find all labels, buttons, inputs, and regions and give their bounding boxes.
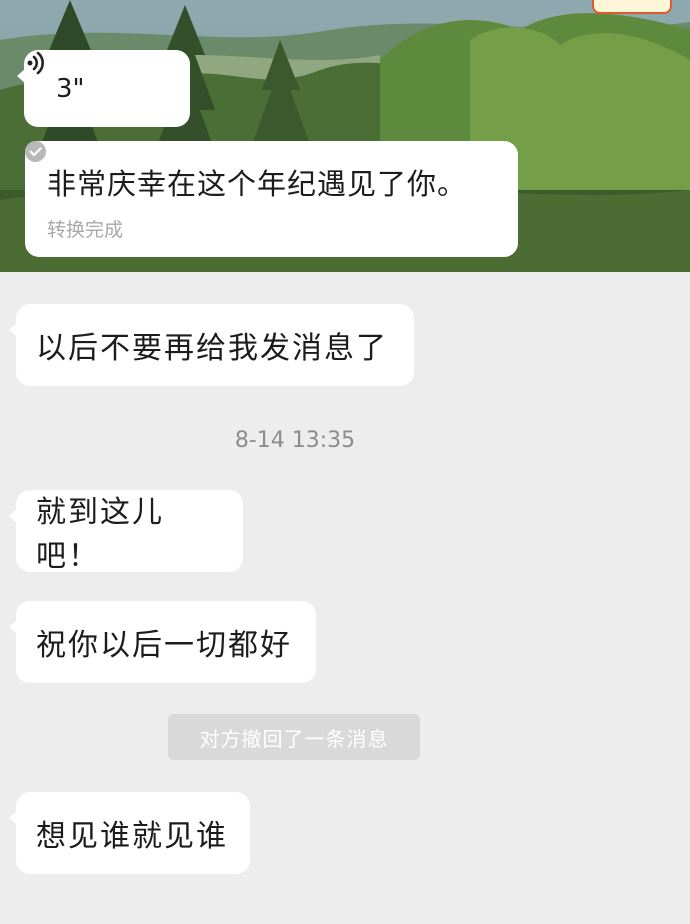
- chat-background-image: 3" 非常庆幸在这个年纪遇见了你。 转换完成: [0, 0, 690, 272]
- check-circle-icon: [25, 141, 46, 162]
- message-text: 以后不要再给我发消息了: [36, 331, 388, 366]
- transcript-status-label: 转换完成: [47, 219, 124, 241]
- message-bubble[interactable]: 就到这儿吧！: [9, 490, 243, 574]
- transcript-status: 转换完成: [25, 141, 496, 242]
- message-timestamp: 8-14 13:35: [234, 428, 356, 453]
- message-text: 想见谁就见谁: [36, 819, 228, 854]
- message-text: 就到这儿吧！: [36, 495, 164, 574]
- voice-duration: 3": [56, 73, 85, 104]
- message-bubble[interactable]: 以后不要再给我发消息了: [9, 304, 414, 386]
- message-text: 祝你以后一切都好: [36, 628, 292, 663]
- message-bubble[interactable]: 祝你以后一切都好: [9, 601, 316, 683]
- message-bubble[interactable]: 想见谁就见谁: [9, 792, 250, 874]
- corner-badge: [592, 0, 672, 14]
- voice-message-bubble[interactable]: 3": [17, 50, 190, 127]
- recalled-message-notice: 对方撤回了一条消息: [168, 714, 420, 760]
- transcript-text: 非常庆幸在这个年纪遇见了你。: [47, 167, 468, 201]
- voice-wave-icon: [27, 51, 44, 75]
- voice-transcript-bubble[interactable]: 非常庆幸在这个年纪遇见了你。 转换完成: [25, 141, 518, 257]
- chat-screen: 3" 非常庆幸在这个年纪遇见了你。 转换完成 以后不要再给我发消息了 8-14 …: [0, 0, 690, 924]
